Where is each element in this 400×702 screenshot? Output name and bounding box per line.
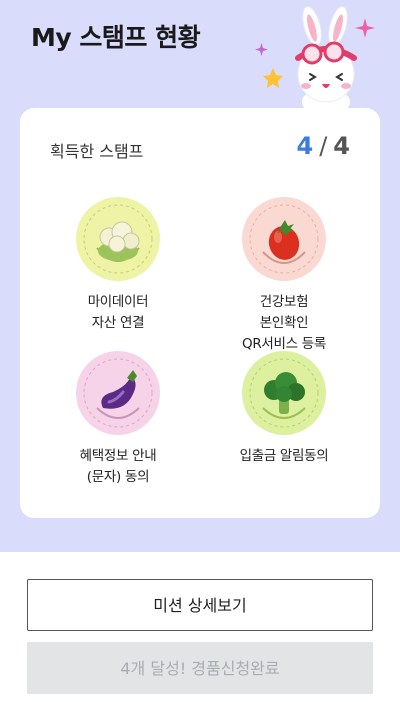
eggplant-icon [76,351,160,435]
prize-applied-button[interactable]: 4개 달성! 경품신청완료 [27,642,373,694]
stamp-label: 마이데이터 자산 연결 [87,294,149,331]
acquired-stamps-label: 획득한 스탬프 [50,142,144,161]
stamp-count-total: 4 [333,132,350,160]
stamp-item-benefit-info: 혜택정보 안내 (문자) 동의 [38,350,198,488]
cauliflower-icon [76,197,160,281]
stamp-count-separator: / [319,132,328,160]
stamp-label: 건강보험 본인확인 QR서비스 등록 [242,294,326,352]
stamp-count-current: 4 [296,132,314,160]
broccoli-icon [242,351,326,435]
tomato-icon [242,197,326,281]
stamp-label: 혜택정보 안내 (문자) 동의 [79,448,157,485]
rabbit-mascot-illustration [255,6,375,110]
sparkle-icon [355,18,375,38]
stamp-item-mydata: 마이데이터 자산 연결 [38,196,198,334]
stamp-item-deposit-alert: 입출금 알림동의 [204,350,364,467]
stamp-item-health-insurance: 건강보험 본인확인 QR서비스 등록 [204,196,364,355]
stamp-count: 4/4 [297,132,351,160]
mission-detail-button[interactable]: 미션 상세보기 [27,579,373,631]
stamp-card: 획득한 스탬프 4/4 마이데이터 자산 연결 건강보험 본인확인 QR서비스 … [20,108,380,518]
page-title: My 스탬프 현황 [31,23,201,52]
stamp-label: 입출금 알림동의 [239,448,329,464]
